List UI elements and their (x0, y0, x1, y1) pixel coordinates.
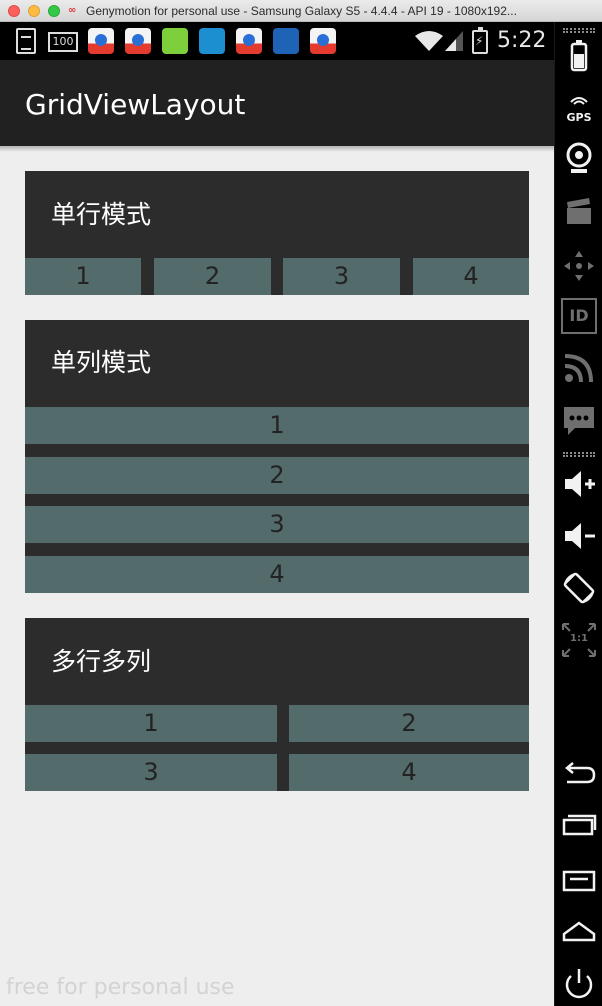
action-bar: GridViewLayout (0, 60, 554, 146)
document-notification-icon (16, 28, 36, 54)
webcam-icon[interactable] (561, 140, 597, 176)
single-column-grid-card: 单列模式 1 2 3 4 (25, 320, 529, 593)
grid-cell[interactable]: 2 (289, 705, 529, 742)
screencast-icon[interactable] (561, 194, 597, 230)
status-bar: 100 5:22 (0, 22, 554, 60)
back-icon[interactable] (561, 756, 597, 792)
signal-icon (445, 31, 463, 51)
close-window-button[interactable] (8, 5, 20, 17)
baidu-notification-icon (125, 28, 151, 54)
card-title: 多行多列 (51, 647, 152, 676)
news-notification-icon (199, 28, 225, 54)
device-id-icon[interactable]: ID (561, 298, 597, 334)
page-title: GridViewLayout (25, 88, 246, 121)
gps-icon[interactable]: GPS (561, 92, 597, 128)
grid-cell[interactable]: 3 (25, 506, 529, 543)
grid-cell[interactable]: 3 (283, 258, 400, 295)
volume-down-icon[interactable] (561, 518, 597, 554)
window-titlebar: ∞ Genymotion for personal use - Samsung … (0, 0, 602, 22)
grid-cell[interactable]: 1 (25, 705, 277, 742)
car-notification-icon (273, 28, 299, 54)
baidu-notification-icon (310, 28, 336, 54)
status-time: 5:22 (497, 28, 547, 53)
pixel-perfect-label: 1:1 (570, 633, 588, 644)
genymotion-logo-icon: ∞ (68, 5, 77, 16)
card-title: 单列模式 (51, 348, 152, 377)
home-icon[interactable] (561, 914, 597, 950)
grid-cell[interactable]: 1 (25, 258, 141, 295)
panel-grip (563, 28, 595, 33)
panel-grip (563, 452, 595, 457)
gps-label: GPS (566, 111, 592, 124)
main-content: 单行模式 1 2 3 4 单列模式 1 2 3 4 多行多列 1 2 3 4 (0, 146, 554, 1006)
rss-icon[interactable] (561, 350, 597, 386)
grid-cell[interactable]: 2 (154, 258, 271, 295)
rotate-screen-icon[interactable] (561, 570, 597, 606)
grid-cell[interactable]: 4 (413, 258, 529, 295)
emulator-side-panel: GPS ID 1:1 (554, 22, 602, 1006)
battery-icon[interactable] (561, 38, 597, 74)
power-icon[interactable] (561, 966, 597, 1002)
grid-cell[interactable]: 2 (25, 457, 529, 494)
personal-use-watermark: free for personal use (6, 975, 235, 1000)
menu-icon[interactable] (561, 862, 597, 898)
grid-cell[interactable]: 4 (289, 754, 529, 791)
score-notification-icon: 100 (48, 32, 78, 52)
multi-row-multi-column-grid-card: 多行多列 1 2 3 4 (25, 618, 529, 791)
grid-cell[interactable]: 4 (25, 556, 529, 593)
screen: ∞ Genymotion for personal use - Samsung … (0, 0, 602, 1006)
card-title: 单行模式 (51, 200, 152, 229)
pixel-perfect-icon[interactable]: 1:1 (561, 622, 597, 658)
battery-charging-icon (472, 27, 488, 54)
sms-icon[interactable] (561, 402, 597, 438)
grid-cell[interactable]: 3 (25, 754, 277, 791)
wifi-icon (415, 31, 443, 51)
zoom-window-button[interactable] (48, 5, 60, 17)
recent-apps-icon[interactable] (561, 808, 597, 844)
action-bar-shadow (0, 146, 554, 152)
volume-up-icon[interactable] (561, 466, 597, 502)
single-row-grid-card: 单行模式 1 2 3 4 (25, 171, 529, 295)
baidu-notification-icon (88, 28, 114, 54)
dpad-icon[interactable] (561, 248, 597, 284)
grid-cell[interactable]: 1 (25, 407, 529, 444)
game-notification-icon (162, 28, 188, 54)
window-title: Genymotion for personal use - Samsung Ga… (86, 4, 517, 18)
baidu-notification-icon (236, 28, 262, 54)
minimize-window-button[interactable] (28, 5, 40, 17)
